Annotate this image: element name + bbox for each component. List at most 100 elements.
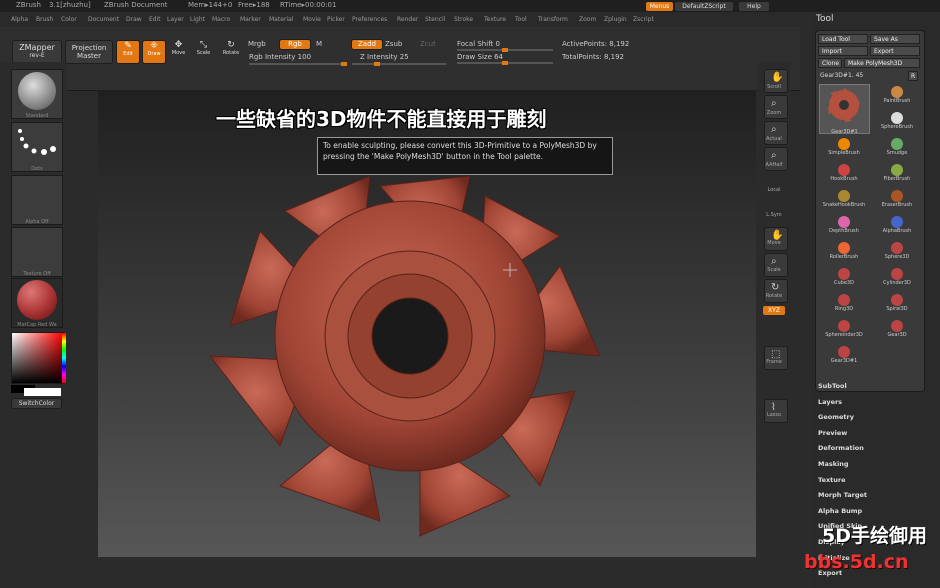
subpalette-masking[interactable]: Masking <box>818 460 849 468</box>
texture-thumbnail[interactable]: Texture Off <box>11 227 63 277</box>
m-toggle[interactable]: M <box>316 40 322 48</box>
tool-item-spiral3d[interactable]: Spiral3D <box>872 292 922 316</box>
menu-zoom[interactable]: Zoom <box>579 16 596 23</box>
tool-item-eraserbrush[interactable]: EraserBrush <box>872 188 922 212</box>
menu-marker[interactable]: Marker <box>240 16 261 23</box>
switch-color-button[interactable]: SwitchColor <box>11 398 62 409</box>
rgb-toggle[interactable]: Rgb <box>279 39 311 50</box>
menu-zscript[interactable]: Zscript <box>633 16 654 23</box>
zmapper-button[interactable]: ZMapper rev-E <box>12 40 62 64</box>
current-tool-slider[interactable]: Gear3D#1. 45 <box>820 72 863 79</box>
zadd-toggle[interactable]: Zadd <box>351 39 383 50</box>
menu-layer[interactable]: Layer <box>167 16 184 23</box>
clone-button[interactable]: Clone <box>818 58 842 68</box>
projection-master-button[interactable]: Projection Master <box>65 40 113 64</box>
lasso-button[interactable]: ⌇ <box>764 399 788 423</box>
subpalette-morph-target[interactable]: Morph Target <box>818 491 867 499</box>
brush-thumbnail[interactable]: Standard <box>11 69 63 119</box>
menu-tool[interactable]: Tool <box>515 16 527 23</box>
menu-brush[interactable]: Brush <box>36 16 53 23</box>
load-tool-button[interactable]: Load Tool <box>818 34 868 44</box>
menu-edit[interactable]: Edit <box>149 16 161 23</box>
rotate-view-button[interactable]: ↻ <box>764 279 788 303</box>
subpalette-layers[interactable]: Layers <box>818 398 842 406</box>
tool-item-spherebrush[interactable]: SphereBrush <box>872 110 922 134</box>
tool-item-fiberbrush[interactable]: FiberBrush <box>872 162 922 186</box>
menu-alpha[interactable]: Alpha <box>11 16 28 23</box>
canvas-viewport[interactable]: 一些缺省的3D物件不能直接用于雕刻 To enable sculpting, p… <box>98 90 756 557</box>
subpalette-deformation[interactable]: Deformation <box>818 444 864 452</box>
current-tool-thumbnail[interactable]: Gear3D#1 <box>819 84 870 135</box>
tool-item-gear3d-1[interactable]: Gear3D#1 <box>819 344 869 368</box>
subpalette-texture[interactable]: Texture <box>818 476 846 484</box>
draw-button[interactable]: ⁜ Draw <box>142 40 166 64</box>
mrgb-toggle[interactable]: Mrgb <box>248 40 266 48</box>
material-thumbnail[interactable]: MatCap Red Wa <box>11 278 63 328</box>
xyz-toggle[interactable]: XYZ <box>763 306 785 315</box>
help-button[interactable]: Help <box>738 1 770 12</box>
tool-item-alphabrush[interactable]: AlphaBrush <box>872 214 922 238</box>
stroke-thumbnail[interactable]: Dots <box>11 122 63 172</box>
tool-item-depthbrush[interactable]: DepthBrush <box>819 214 869 238</box>
subpalette-alpha-bump[interactable]: Alpha Bump <box>818 507 862 515</box>
tool-item-sphereinder3d[interactable]: Sphereinder3D <box>819 318 869 342</box>
tool-item-paintbrush[interactable]: PaintBrush <box>872 84 922 108</box>
default-zscript-button[interactable]: DefaultZScript <box>674 1 734 12</box>
menu-picker[interactable]: Picker <box>327 16 345 23</box>
hue-strip[interactable] <box>62 333 66 383</box>
menu-transform[interactable]: Transform <box>538 16 568 23</box>
tool-item-simplebrush[interactable]: SimpleBrush <box>819 136 869 160</box>
rgb-intensity-slider[interactable] <box>249 62 347 66</box>
menu-material[interactable]: Material <box>269 16 293 23</box>
tool-item-cube3d[interactable]: Cube3D <box>819 266 869 290</box>
scroll-icon: ✋ <box>771 72 784 83</box>
menu-light[interactable]: Light <box>190 16 205 23</box>
focal-shift-slider[interactable] <box>457 48 553 52</box>
frame-button[interactable]: ⬚ <box>764 346 788 370</box>
rotate-icon: ↻ <box>227 40 235 50</box>
subpalette-preview[interactable]: Preview <box>818 429 847 437</box>
menu-texture[interactable]: Texture <box>484 16 506 23</box>
tool-item-rollerbrush[interactable]: RollerBrush <box>819 240 869 264</box>
scale-button[interactable]: ⤡ Scale <box>194 40 213 62</box>
tool-item-smudge[interactable]: Smudge <box>872 136 922 160</box>
color-picker[interactable] <box>11 332 66 384</box>
menu-movie[interactable]: Movie <box>303 16 321 23</box>
tool-item-hookbrush[interactable]: HookBrush <box>819 162 869 186</box>
move-button[interactable]: ✥ Move <box>169 40 188 62</box>
rotate-button[interactable]: ↻ Rotate <box>220 40 242 62</box>
move-view-button[interactable]: ✋ <box>764 227 788 251</box>
tool-item-snakehookbrush[interactable]: SnakeHookBrush <box>819 188 869 212</box>
menu-document[interactable]: Document <box>88 16 119 23</box>
import-button[interactable]: Import <box>818 46 868 56</box>
tool-item-gear3d[interactable]: Gear3D <box>872 318 922 342</box>
draw-size-slider[interactable] <box>457 61 553 65</box>
tool-item-cylinder3d[interactable]: Cylinder3D <box>872 266 922 290</box>
tool-item-ring3d[interactable]: Ring3D <box>819 292 869 316</box>
primary-color-swatch[interactable] <box>24 388 61 396</box>
subpalette-geometry[interactable]: Geometry <box>818 413 854 421</box>
zsub-toggle[interactable]: Zsub <box>385 40 402 48</box>
menu-macro[interactable]: Macro <box>212 16 230 23</box>
edit-button[interactable]: ✎ Edit <box>116 40 140 64</box>
lsym-label[interactable]: L.Sym <box>758 212 790 218</box>
scale-view-button[interactable]: ⌕ <box>764 253 788 277</box>
alpha-thumbnail[interactable]: Alpha Off <box>11 175 63 225</box>
menu-zplugin[interactable]: Zplugin <box>604 16 627 23</box>
make-polymesh3d-button[interactable]: Make PolyMesh3D <box>844 58 920 68</box>
menus-button[interactable]: Menus <box>645 1 674 12</box>
menu-color[interactable]: Color <box>61 16 77 23</box>
menu-stroke[interactable]: Stroke <box>454 16 473 23</box>
menu-draw[interactable]: Draw <box>126 16 142 23</box>
reset-r-button[interactable]: R <box>908 71 918 81</box>
save-as-button[interactable]: Save As <box>870 34 920 44</box>
menu-preferences[interactable]: Preferences <box>352 16 387 23</box>
subpalette-subtool[interactable]: SubTool <box>818 382 847 390</box>
tool-item-sphere3d[interactable]: Sphere3D <box>872 240 922 264</box>
export-button[interactable]: Export <box>870 46 920 56</box>
menu-stencil[interactable]: Stencil <box>425 16 445 23</box>
menu-render[interactable]: Render <box>397 16 418 23</box>
zcut-toggle[interactable]: Zcut <box>420 40 436 48</box>
z-intensity-slider[interactable] <box>352 62 446 66</box>
local-label[interactable]: Local <box>758 187 790 193</box>
